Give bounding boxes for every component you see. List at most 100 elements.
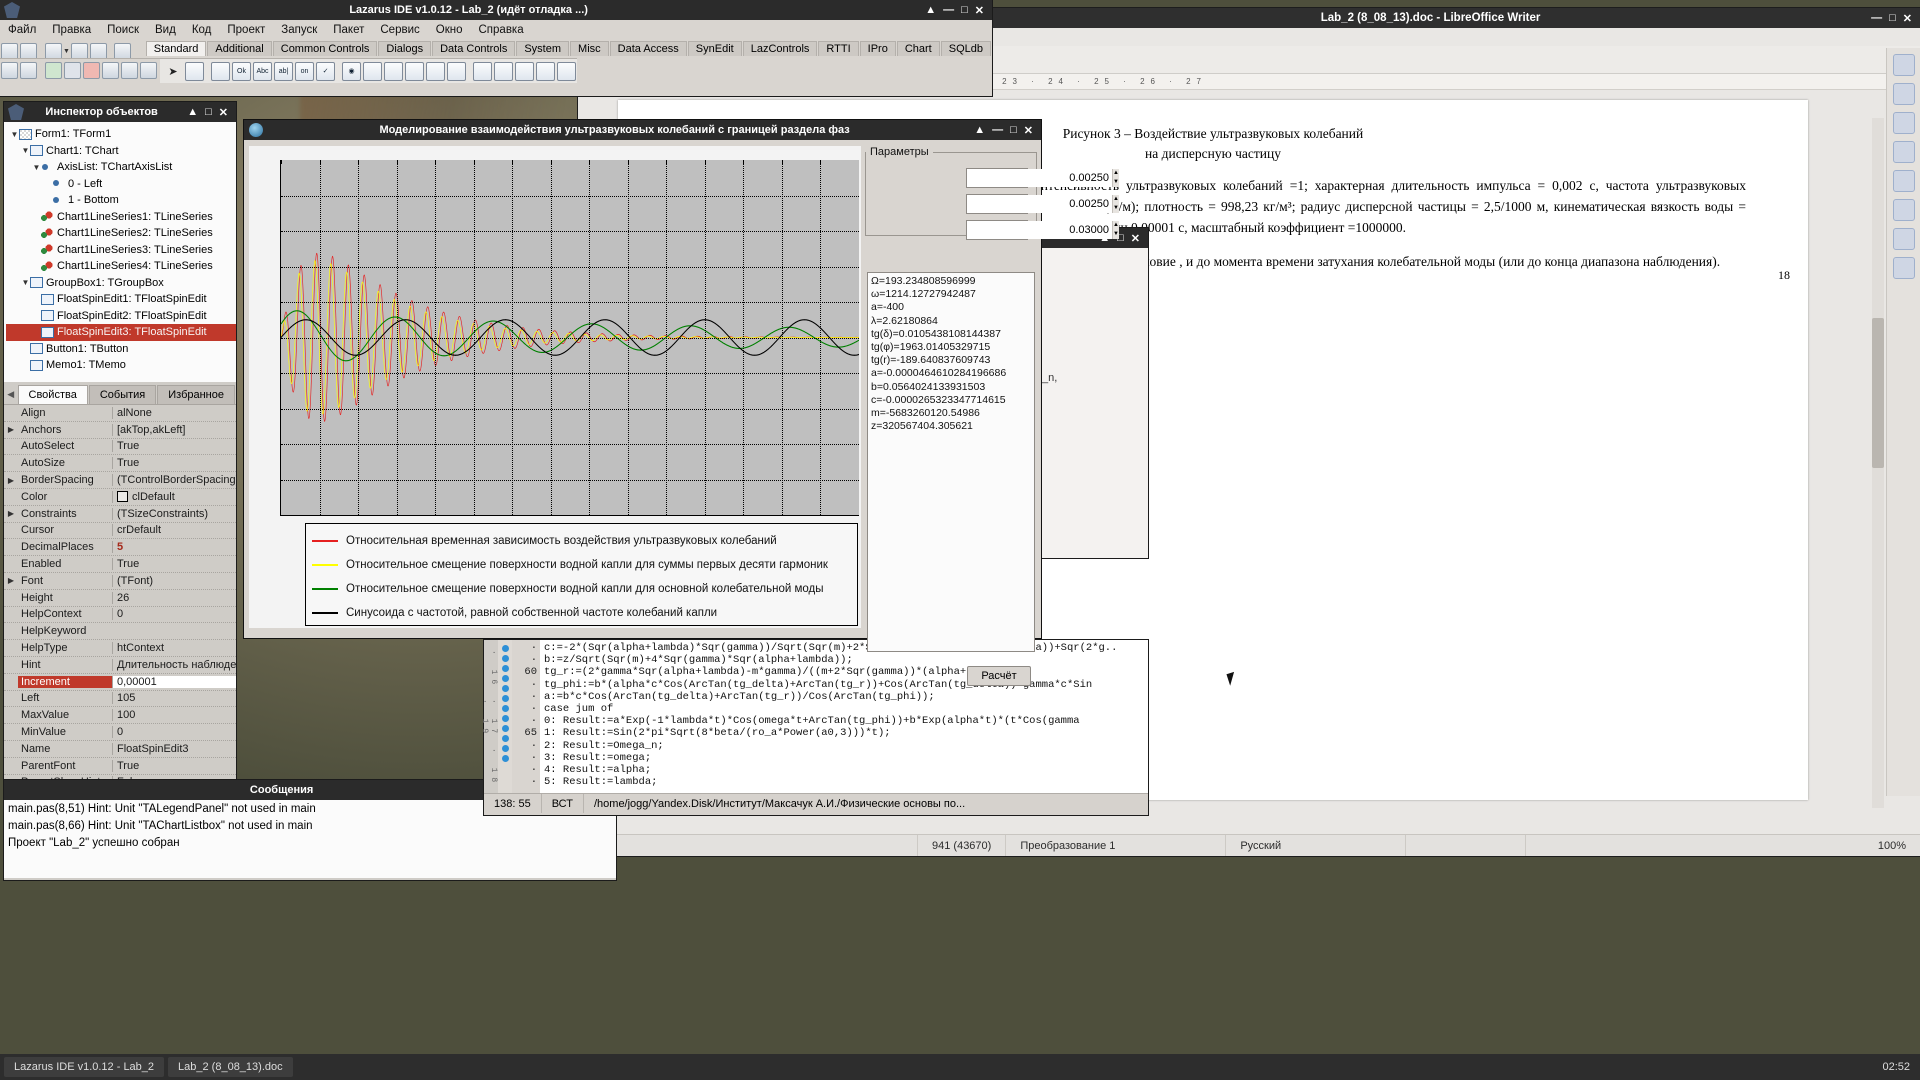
property-row-autosize[interactable]: AutoSize True: [4, 455, 236, 473]
palette-component-6[interactable]: ✓: [316, 61, 335, 81]
palette-tab-data-controls[interactable]: Data Controls: [432, 41, 516, 56]
app-window-controls[interactable]: ▲ — □ ✕: [966, 124, 1041, 137]
menu-item-10[interactable]: Справка: [471, 22, 532, 38]
results-memo[interactable]: Ω=193.234808596999 ω=1214.12727942487 a=-4…: [867, 272, 1035, 652]
writer-window-controls[interactable]: — □ ✕: [1863, 12, 1920, 25]
spin-buttons-1[interactable]: ▲ ▼: [1112, 169, 1119, 187]
property-value-cell[interactable]: (TSizeConstraints): [112, 507, 236, 520]
palette-component-1[interactable]: [211, 61, 230, 81]
code-line-10[interactable]: 4: Result:=alpha;: [544, 764, 1148, 776]
code-line-0[interactable]: c:=-2*(Sqr(alpha+lambda)*Sqr(gamma))/Sqr…: [544, 642, 1148, 654]
code-line-3[interactable]: tg_phi:=b*(alpha*c*Cos(ArcTan(tg_delta)+…: [544, 679, 1148, 691]
tab-favorites[interactable]: Избранное: [157, 385, 235, 404]
code-line-2[interactable]: tg_r:=(2*gamma*Sqr(alpha+lambda)-m*gamma…: [544, 666, 1148, 678]
minimize-icon[interactable]: —: [992, 124, 1003, 136]
calculate-button[interactable]: Расчёт: [967, 666, 1031, 686]
property-expander-icon[interactable]: ▶: [4, 425, 18, 434]
component-tree[interactable]: ▼ Form1: TForm1 ▼ Chart1: TChart ▼ AxisList: …: [4, 122, 236, 382]
step-into-icon[interactable]: [121, 62, 138, 79]
manage-changes-icon[interactable]: [1892, 228, 1915, 250]
property-value-cell[interactable]: True: [112, 440, 236, 453]
property-value-cell[interactable]: [akTop,akLeft]: [112, 423, 236, 436]
property-value-cell[interactable]: 0,00001: [112, 675, 236, 688]
navigator-panel-icon[interactable]: [1892, 141, 1915, 163]
stop-icon[interactable]: [83, 62, 100, 79]
menu-item-1[interactable]: Правка: [44, 22, 99, 38]
spin-edit-3[interactable]: ▲▼: [966, 220, 1119, 240]
breakpoint-dot-icon[interactable]: [501, 705, 509, 712]
property-value[interactable]: clDefault: [132, 491, 175, 503]
palette-tab-system[interactable]: System: [516, 41, 570, 56]
property-value-cell[interactable]: 0: [112, 608, 236, 621]
code-line-9[interactable]: 3: Result:=omega;: [544, 752, 1148, 764]
tab-events[interactable]: События: [88, 385, 157, 404]
menu-item-7[interactable]: Пакет: [325, 22, 372, 38]
tree-node-14[interactable]: Memo1: TMemo: [6, 357, 236, 374]
code-line-6[interactable]: 0: Result:=a*Exp(-1*lambda*t)*Cos(omega*…: [544, 715, 1148, 727]
palette-tab-sqldb[interactable]: SQLdb: [940, 41, 991, 56]
property-value-cell[interactable]: clDefault: [112, 490, 236, 503]
breakpoint-dot-icon[interactable]: [501, 745, 509, 752]
palette-component-11[interactable]: [426, 61, 445, 81]
zoom-level[interactable]: 100%: [1864, 835, 1920, 856]
code-line-11[interactable]: 5: Result:=lambda;: [544, 776, 1148, 788]
close-icon[interactable]: ✕: [1024, 124, 1033, 137]
code-line-1[interactable]: b:=z/Sqrt(Sqr(m)+4*Sqr(gamma)*Sqr(alpha+…: [544, 654, 1148, 666]
property-row-left[interactable]: Left 105: [4, 691, 236, 708]
palette-tab-data-access[interactable]: Data Access: [609, 41, 687, 56]
palette-tab-lazcontrols[interactable]: LazControls: [742, 41, 818, 56]
minimize-icon[interactable]: —: [1871, 12, 1882, 24]
tree-node-5[interactable]: Chart1LineSeries1: TLineSeries: [6, 209, 236, 226]
property-value[interactable]: 5: [117, 541, 123, 553]
spin-input-3[interactable]: [967, 221, 1112, 239]
close-icon[interactable]: ✕: [1903, 12, 1912, 25]
menu-item-0[interactable]: Файл: [0, 22, 44, 38]
spin-input-1[interactable]: [967, 169, 1112, 187]
tree-node-1[interactable]: ▼ Chart1: TChart: [6, 143, 236, 160]
palette-component-8[interactable]: [363, 61, 382, 81]
palette-component-9[interactable]: [384, 61, 403, 81]
tree-twisty-icon[interactable]: ▼: [10, 130, 19, 139]
palette-tab-dialogs[interactable]: Dialogs: [378, 41, 432, 56]
properties-panel-icon[interactable]: [1892, 54, 1915, 76]
property-value[interactable]: 0: [117, 726, 123, 738]
property-value[interactable]: alNone: [117, 407, 152, 419]
code-line-4[interactable]: a:=b*c*Cos(ArcTan(tg_delta)+ArcTan(tg_r)…: [544, 691, 1148, 703]
select-pointer-icon[interactable]: ➤: [162, 65, 184, 78]
property-row-color[interactable]: Color clDefault: [4, 489, 236, 506]
page-panel-icon[interactable]: [1892, 170, 1915, 192]
property-row-helptype[interactable]: HelpType htContext: [4, 640, 236, 657]
palette-tab-ipro[interactable]: IPro: [859, 41, 896, 56]
close-icon[interactable]: ✕: [219, 106, 228, 119]
tree-node-11[interactable]: FloatSpinEdit2: TFloatSpinEdit: [6, 308, 236, 325]
menu-item-4[interactable]: Код: [184, 22, 220, 38]
editor-area[interactable]: · 16 · 17 · 18 · 19 · · 60 · · · · 65 · · · · c:=-2…: [480, 640, 1148, 793]
new-form2-icon[interactable]: [20, 62, 37, 79]
lazarus-ide-window[interactable]: Lazarus IDE v1.0.12 - Lab_2 (идёт отладк…: [0, 0, 992, 96]
property-value[interactable]: 100: [117, 709, 135, 721]
tree-node-12[interactable]: FloatSpinEdit3: TFloatSpinEdit: [6, 324, 236, 341]
property-value-cell[interactable]: 26: [112, 591, 236, 604]
property-value-cell[interactable]: crDefault: [112, 524, 236, 537]
component-palette-tabs[interactable]: Standard Additional Common Controls Dialogs…: [145, 39, 992, 56]
spin-edit-1[interactable]: ▲▼: [966, 168, 1119, 188]
palette-tab-chart[interactable]: Chart: [896, 41, 940, 56]
property-value[interactable]: (TSizeConstraints): [117, 508, 208, 520]
palette-component-3[interactable]: Abc: [253, 61, 272, 81]
new-unit2-icon[interactable]: [1, 62, 18, 79]
code-line-7[interactable]: 1: Result:=Sin(2*pi*Sqrt(8*beta/(ro_a*Po…: [544, 727, 1148, 739]
color-swatch[interactable]: [117, 491, 128, 503]
tree-node-4[interactable]: 1 - Bottom: [6, 192, 236, 209]
tree-node-13[interactable]: Button1: TButton: [6, 341, 236, 358]
source-editor-window[interactable]: · 16 · 17 · 18 · 19 · · 60 · · · · 65 · · · · c:=-2…: [480, 640, 1148, 815]
property-value[interactable]: [akTop,akLeft]: [117, 424, 186, 436]
breakpoint-dot-icon[interactable]: [501, 735, 509, 742]
lazarus-toolbar-row2[interactable]: [0, 58, 160, 82]
simulation-app-window[interactable]: Моделирование взаимодействия ультразвуко…: [244, 120, 1243, 686]
toggle-form-unit-icon[interactable]: [113, 42, 131, 60]
rollup-icon[interactable]: ▲: [187, 106, 198, 118]
property-row-hint[interactable]: Hint Длительность наблюде: [4, 657, 236, 674]
property-value-cell[interactable]: True: [112, 558, 236, 571]
menu-item-2[interactable]: Поиск: [99, 22, 147, 38]
property-value[interactable]: (TFont): [117, 575, 153, 587]
